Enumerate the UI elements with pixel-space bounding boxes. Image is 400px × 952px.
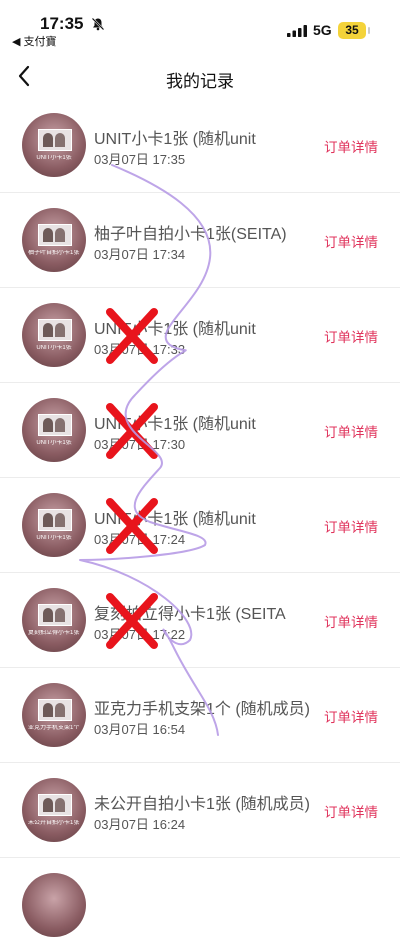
product-name: UNIT小卡1张 (随机unit: [94, 131, 256, 148]
product-name: UNIT小卡1张 (随机unit: [94, 321, 256, 338]
thumbnail-caption: 亚克力手机支架1个 (随机成员): [28, 725, 80, 731]
order-date: 03月07日 17:30: [94, 437, 186, 452]
product-thumbnail: UNIT小卡1张: [22, 493, 86, 557]
order-row[interactable]: 未公开自拍小卡1张 (随机成员) 未公开自拍小卡1张 (随机成员) 03月07日 1…: [0, 763, 400, 858]
order-list: UNIT小卡1张 UNIT小卡1张 (随机unit 03月07日 17:35 订单详情…: [0, 98, 400, 952]
bell-muted-icon: [91, 17, 105, 31]
thumbnail-caption: UNIT小卡1张: [36, 535, 72, 541]
thumbnail-caption: UNIT小卡1张: [36, 440, 72, 446]
order-row[interactable]: UNIT小卡1张 UNIT小卡1张 (随机unit 03月07日 17:35 订单详情: [0, 98, 400, 193]
order-detail-button[interactable]: 订单详情: [324, 231, 378, 251]
order-row[interactable]: UNIT小卡1张 UNIT小卡1张 (随机unit 03月07日 17:33 订单详情: [0, 288, 400, 383]
thumbnail-caption: 柚子叶自拍小卡1张 (SEITA): [28, 250, 80, 256]
order-date: 03月07日 16:54: [94, 722, 186, 737]
order-date: 03月07日 17:33: [94, 342, 186, 357]
photocard-image: [38, 604, 72, 626]
photocard-image: [38, 414, 72, 436]
order-date: 03月07日 17:34: [94, 247, 186, 262]
thumbnail-caption: 未公开自拍小卡1张 (随机成员): [28, 820, 80, 826]
product-name: 柚子叶自拍小卡1张(SEITA): [94, 226, 287, 243]
status-bar: 17:35 ◀ 支付寶 5G 35: [0, 0, 400, 50]
order-date: 03月07日 17:35: [94, 152, 186, 167]
product-name: UNIT小卡1张 (随机unit: [94, 416, 256, 433]
order-detail-button[interactable]: 订单详情: [324, 611, 378, 631]
back-to-app-link[interactable]: ◀ 支付寶: [12, 33, 57, 49]
product-name: 复刻拍立得小卡1张 (SEITA: [94, 606, 286, 623]
status-time: 17:35: [40, 14, 84, 33]
order-row[interactable]: UNIT小卡1张 UNIT小卡1张 (随机unit 03月07日 17:30 订单详情: [0, 383, 400, 478]
order-date: 03月07日 17:24: [94, 532, 186, 547]
product-name: 未公开自拍小卡1张 (随机成员): [94, 796, 311, 813]
nav-bar: 我的记录: [0, 55, 400, 99]
order-detail-button[interactable]: 订单详情: [324, 421, 378, 441]
photocard-image: [38, 129, 72, 151]
order-detail-button[interactable]: 订单详情: [324, 706, 378, 726]
order-row-partial[interactable]: [0, 858, 400, 952]
product-thumbnail: [22, 873, 86, 937]
product-thumbnail: UNIT小卡1张: [22, 303, 86, 367]
thumbnail-caption: UNIT小卡1张: [36, 155, 72, 161]
order-row[interactable]: 亚克力手机支架1个 (随机成员) 亚克力手机支架1个 (随机成员) 03月07日 1…: [0, 668, 400, 763]
product-thumbnail: 亚克力手机支架1个 (随机成员): [22, 683, 86, 747]
order-detail-button[interactable]: 订单详情: [324, 136, 378, 156]
order-detail-button[interactable]: 订单详情: [324, 801, 378, 821]
product-name: UNIT小卡1张 (随机unit: [94, 511, 256, 528]
order-row[interactable]: 复刻拍立得小卡1张 (SEITA) 复刻拍立得小卡1张 (SEITA 03月07日 …: [0, 573, 400, 668]
photocard-image: [38, 509, 72, 531]
network-type: 5G: [313, 22, 332, 38]
order-detail-button[interactable]: 订单详情: [324, 326, 378, 346]
page-title: 我的记录: [166, 72, 234, 91]
thumbnail-caption: UNIT小卡1张: [36, 345, 72, 351]
order-row[interactable]: 柚子叶自拍小卡1张 (SEITA) 柚子叶自拍小卡1张(SEITA) 03月07日 …: [0, 193, 400, 288]
photocard-image: [38, 224, 72, 246]
order-date: 03月07日 17:22: [94, 627, 186, 642]
order-date: 03月07日 16:24: [94, 817, 186, 832]
product-thumbnail: 复刻拍立得小卡1张 (SEITA): [22, 588, 86, 652]
battery-icon: 35: [338, 22, 370, 39]
cellular-signal-icon: [287, 25, 307, 37]
product-thumbnail: 未公开自拍小卡1张 (随机成员): [22, 778, 86, 842]
photocard-image: [38, 699, 72, 721]
product-thumbnail: UNIT小卡1张: [22, 398, 86, 462]
product-thumbnail: UNIT小卡1张: [22, 113, 86, 177]
order-row[interactable]: UNIT小卡1张 UNIT小卡1张 (随机unit 03月07日 17:24 订单详情: [0, 478, 400, 573]
order-detail-button[interactable]: 订单详情: [324, 516, 378, 536]
photocard-image: [38, 319, 72, 341]
product-thumbnail: 柚子叶自拍小卡1张 (SEITA): [22, 208, 86, 272]
photocard-image: [38, 794, 72, 816]
thumbnail-caption: 复刻拍立得小卡1张 (SEITA): [28, 630, 80, 636]
product-name: 亚克力手机支架1个 (随机成员): [94, 701, 311, 718]
